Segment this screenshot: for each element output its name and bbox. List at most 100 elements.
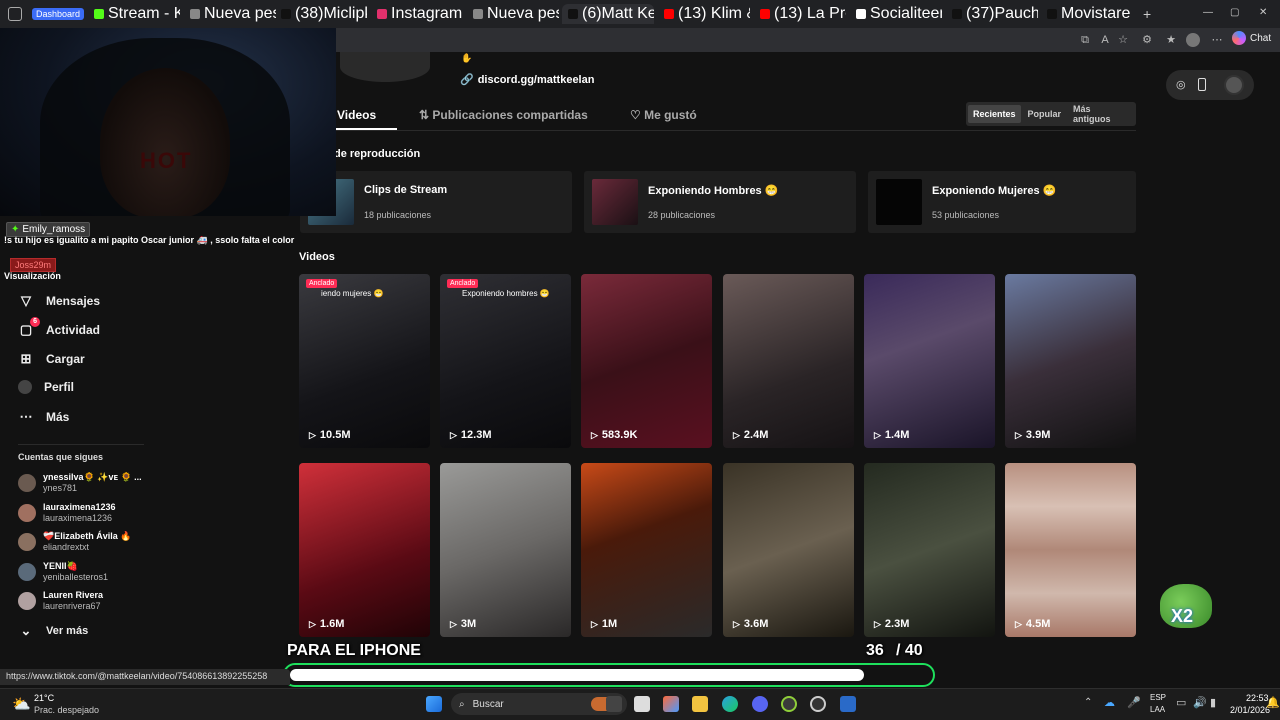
profile-avatar[interactable] [340,52,430,82]
following-account[interactable]: ynessilva🌻 ✨ᴠᴇ 🌻 ... ynes781 [18,472,142,494]
see-more-button[interactable]: ⌄ Ver más [18,623,89,639]
playlist-card[interactable]: Exponiendo Hombres 😁 28 publicaciones [584,171,856,233]
language-top[interactable]: ESP [1150,693,1166,702]
network-icon[interactable]: ▭ [1176,696,1186,709]
browser-tab[interactable]: (37)Pauchikita y✕ [946,4,1038,24]
tab-title: (38)Miclipk (@m [295,5,367,22]
copilot-app-icon[interactable] [663,696,679,712]
following-heading: Cuentas que sigues [18,452,104,462]
browser-tab[interactable]: (13) Klim & ZUL✕ [658,4,750,24]
tab-group-dashboard[interactable]: Dashboard [32,8,85,20]
language-bottom[interactable]: LAA [1150,705,1165,714]
tab-title: (13) Klim & ZUL [678,5,750,22]
open-in-app-icon[interactable]: ⧉ [1078,33,1092,47]
playlist-count: 28 publicaciones [648,210,716,220]
tab-actions-icon[interactable] [8,7,22,21]
extensions-icon[interactable]: ⚙ [1140,33,1154,47]
more-icon: ⋯ [19,409,33,424]
chevron-up-icon[interactable]: ⌃ [1084,697,1092,708]
video-thumbnail[interactable]: ▷ 2.4M [723,274,854,448]
browser-tab[interactable]: Nueva pestaña✕ [467,4,559,24]
following-account[interactable]: Lauren Rivera laurenrivera67 [18,590,103,612]
clock-date[interactable]: 2/01/2026 [1230,705,1270,715]
translate-icon[interactable]: A [1098,33,1112,47]
nav-activity[interactable]: ▢ 6 Actividad [18,317,100,338]
volume-icon[interactable]: 🔊 [1193,696,1207,709]
sort-popular[interactable]: Popular [1023,105,1067,123]
browser-tab[interactable]: MovistareSport✕ [1041,4,1131,24]
tab-title: Stream - Kick Da [108,5,180,22]
video-thumbnail[interactable]: ▷ 583.9K [581,274,712,448]
tab-videos[interactable]: Videos [337,108,376,122]
star-icon[interactable]: ☆ [1116,33,1130,47]
nav-profile[interactable]: Perfil [18,380,74,394]
menu-icon[interactable]: ⋯ [1210,33,1224,47]
new-tab-icon[interactable]: + [1143,6,1151,22]
following-account[interactable]: ❤️‍🩹Elizabeth Ávila 🔥 eliandrextxt [18,531,131,553]
video-thumbnail[interactable]: ▷ 4.5M [1005,463,1136,637]
following-account[interactable]: lauraximena1236 lauraximena1236 [18,502,116,524]
discord-icon[interactable] [752,696,768,712]
video-views: ▷ 4.5M [1015,618,1051,630]
avatar [18,533,36,551]
video-thumbnail[interactable]: ▷ 1.4M [864,274,995,448]
phone-icon[interactable] [1198,78,1206,91]
battery-icon[interactable]: ▮ [1210,696,1216,709]
copilot-chat-button[interactable]: Chat [1232,31,1271,45]
store-icon[interactable] [634,696,650,712]
browser-tab[interactable]: Instagram✕ [371,4,463,24]
compass-icon[interactable]: ◎ [1176,78,1186,91]
weather-desc[interactable]: Prac. despejado [34,705,99,715]
maximize-icon[interactable]: ▢ [1230,7,1239,18]
avatar [18,503,36,522]
video-thumbnail[interactable]: ▷ 3.9M [1005,274,1136,448]
video-thumbnail[interactable]: ▷ 2.3M [864,463,995,637]
close-window-icon[interactable]: ✕ [1259,7,1267,18]
nav-more[interactable]: ⋯ Más [18,409,70,425]
browser-tab[interactable]: Nueva pestaña✕ [184,4,276,24]
app-icon[interactable] [840,696,856,712]
mic-icon[interactable]: 🎤 [1127,696,1141,709]
obs-icon[interactable] [781,696,797,712]
video-thumbnail[interactable]: ▷ 1.6M [299,463,430,637]
video-thumbnail[interactable]: iendo mujeres 😁 Anclado ▷ 10.5M [299,274,430,448]
profile-avatar-icon[interactable] [1186,33,1200,47]
weather-icon[interactable]: ⛅ [12,695,31,713]
notifications-icon[interactable]: 🔔 [1266,696,1280,709]
browser-tab[interactable]: (13) La Preg✕ [754,4,846,24]
taskbar-search[interactable]: ⌕ Buscar [451,693,627,715]
weather-temp[interactable]: 21°C [34,693,54,703]
video-views: ▷ 1.4M [874,429,910,441]
favorites-icon[interactable]: ★ [1164,33,1178,47]
video-views: ▷ 1M [591,618,618,630]
tab-liked[interactable]: ♡ Me gustó [630,108,697,122]
task-view-icon[interactable] [606,696,622,712]
profile-link[interactable]: 🔗 discord.gg/mattkeelan [460,73,594,87]
following-account[interactable]: YENII🍓 yeniballesteros1 [18,561,108,583]
sort-oldest[interactable]: Más antiguos [1068,100,1134,128]
sort-recent[interactable]: Recientes [968,105,1021,123]
playlist-card[interactable]: Exponiendo Mujeres 😁 53 publicaciones [868,171,1136,233]
edge-icon[interactable] [722,696,738,712]
windows-start-icon[interactable] [426,696,442,712]
file-explorer-icon[interactable] [692,696,708,712]
steam-icon[interactable] [810,696,826,712]
browser-tab[interactable]: Socialiteen SOC✕ [850,4,942,24]
browser-tab[interactable]: (6)Matt Keelan (✕ [562,4,654,24]
tab-reposts[interactable]: ⇅ Publicaciones compartidas [419,108,588,122]
nav-messages[interactable]: ▽ Mensajes [18,293,100,309]
video-thumbnail[interactable]: ▷ 3M [440,463,571,637]
browser-tab[interactable]: Stream - Kick Da✕ [88,4,180,24]
browser-tab[interactable]: (38)Miclipk (@m✕ [275,4,367,24]
minimize-icon[interactable]: — [1203,7,1213,18]
video-thumbnail[interactable]: ▷ 1M [581,463,712,637]
videos-heading: Videos [299,251,335,263]
video-thumbnail[interactable]: ▷ 3.6M [723,463,854,637]
webcam-mask-print: HOT [140,148,193,173]
onedrive-icon[interactable]: ☁ [1104,696,1115,709]
nav-upload[interactable]: ⊞ Cargar [18,351,85,367]
playlist-card[interactable]: Clips de Stream 18 publicaciones [300,171,572,233]
video-thumbnail[interactable]: Exponiendo hombres 😁 Anclado ▷ 12.3M [440,274,571,448]
chevron-down-icon: ⌄ [20,623,32,638]
user-avatar-icon[interactable] [1224,75,1244,95]
